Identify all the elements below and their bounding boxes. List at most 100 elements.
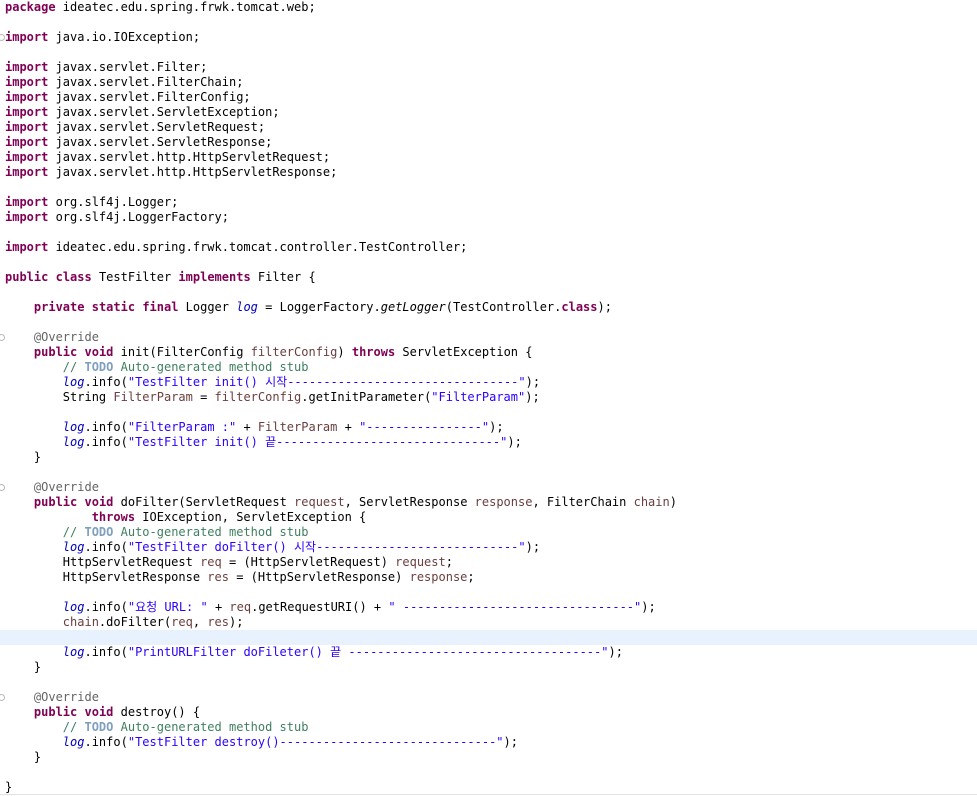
code-line[interactable]: import org.slf4j.Logger; xyxy=(0,195,977,210)
code-token: private xyxy=(33,300,85,314)
code-line[interactable] xyxy=(0,255,977,270)
code-line[interactable]: import javax.servlet.ServletRequest; xyxy=(0,120,977,135)
code-line[interactable]: } xyxy=(0,750,977,765)
code-line[interactable]: @Override xyxy=(0,480,977,495)
code-line[interactable]: throws IOException, ServletException { xyxy=(0,510,977,525)
code-line[interactable]: public void doFilter(ServletRequest requ… xyxy=(0,495,977,510)
code-line[interactable]: } xyxy=(0,450,977,465)
code-token: ); xyxy=(507,435,522,449)
code-line[interactable]: log.info("TestFilter doFilter() 시작------… xyxy=(0,540,977,555)
code-line[interactable]: chain.doFilter(req, res); xyxy=(0,615,977,630)
code-token: } xyxy=(5,780,13,794)
code-token: TestFilter xyxy=(91,270,179,284)
code-line[interactable]: import javax.servlet.http.HttpServletReq… xyxy=(0,150,977,165)
code-line[interactable]: log.info("TestFilter init() 시작----------… xyxy=(0,375,977,390)
code-line[interactable]: import javax.servlet.FilterConfig; xyxy=(0,90,977,105)
code-line[interactable]: @Override xyxy=(0,330,977,345)
code-line[interactable]: package ideatec.edu.spring.frwk.tomcat.w… xyxy=(0,0,977,15)
code-token: import xyxy=(5,240,49,254)
code-token: doFilter(ServletRequest xyxy=(113,495,295,509)
code-line[interactable]: @Override xyxy=(0,690,977,705)
code-line[interactable] xyxy=(0,180,977,195)
code-token: Auto-generated method stub xyxy=(113,525,309,539)
code-line[interactable]: import javax.servlet.http.HttpServletRes… xyxy=(0,165,977,180)
code-line[interactable]: HttpServletRequest req = (HttpServletReq… xyxy=(0,555,977,570)
code-token: javax.servlet.ServletRequest; xyxy=(48,120,266,134)
code-line[interactable] xyxy=(0,285,977,300)
code-token: ; xyxy=(445,555,453,569)
code-token: "TestFilter destroy()-------------------… xyxy=(127,735,504,749)
code-token: java.io.IOException; xyxy=(48,30,201,44)
code-token: class xyxy=(55,270,92,284)
code-token: .info( xyxy=(84,540,128,554)
code-line[interactable]: } xyxy=(0,780,977,795)
code-token: javax.servlet.ServletException; xyxy=(48,105,280,119)
code-token: } xyxy=(5,660,42,674)
code-token: static xyxy=(91,300,136,314)
code-line[interactable]: // TODO Auto-generated method stub xyxy=(0,525,977,540)
code-token: ); xyxy=(641,600,656,614)
code-token: filterConfig xyxy=(214,390,302,404)
code-token: .getInitParameter( xyxy=(301,390,432,404)
code-line[interactable] xyxy=(0,315,977,330)
code-token: import xyxy=(5,90,49,104)
code-token: class xyxy=(561,300,598,314)
code-token: import xyxy=(5,105,49,119)
code-line[interactable]: log.info("TestFilter destroy()----------… xyxy=(0,735,977,750)
code-line[interactable] xyxy=(0,675,977,690)
code-line[interactable]: import ideatec.edu.spring.frwk.tomcat.co… xyxy=(0,240,977,255)
code-token: , xyxy=(192,615,208,629)
code-line[interactable]: public class TestFilter implements Filte… xyxy=(0,270,977,285)
code-line[interactable]: log.info("요청 URL: " + req.getRequestURI(… xyxy=(0,600,977,615)
code-line[interactable]: import org.slf4j.LoggerFactory; xyxy=(0,210,977,225)
code-line[interactable]: public void init(FilterConfig filterConf… xyxy=(0,345,977,360)
code-line[interactable]: log.info("PrintURLFilter doFileter() 끝 -… xyxy=(0,645,977,660)
code-line[interactable] xyxy=(0,45,977,60)
code-token: , FilterChain xyxy=(532,495,634,509)
code-line[interactable] xyxy=(0,405,977,420)
code-token: @Override xyxy=(33,330,99,344)
code-line[interactable]: String FilterParam = filterConfig.getIni… xyxy=(0,390,977,405)
code-line[interactable]: } xyxy=(0,660,977,675)
code-line[interactable]: public void destroy() { xyxy=(0,705,977,720)
code-token: public xyxy=(5,270,49,284)
code-line[interactable]: private static final Logger log = Logger… xyxy=(0,300,977,315)
code-line-current[interactable] xyxy=(0,630,977,645)
code-token: log xyxy=(62,420,85,434)
code-line[interactable] xyxy=(0,465,977,480)
code-line[interactable] xyxy=(0,765,977,780)
code-token: log xyxy=(62,600,85,614)
code-line[interactable]: import java.io.IOException; xyxy=(0,30,977,45)
code-line[interactable]: import javax.servlet.ServletException; xyxy=(0,105,977,120)
code-token: import xyxy=(5,120,49,134)
code-line[interactable]: log.info("TestFilter init() 끝-----------… xyxy=(0,435,977,450)
code-token: Auto-generated method stub xyxy=(113,360,309,374)
code-line[interactable]: import javax.servlet.ServletResponse; xyxy=(0,135,977,150)
code-token: // xyxy=(62,720,85,734)
code-token: HttpServletRequest xyxy=(5,555,201,569)
code-line[interactable]: import javax.servlet.FilterChain; xyxy=(0,75,977,90)
code-line[interactable]: HttpServletResponse res = (HttpServletRe… xyxy=(0,570,977,585)
code-token: , ServletResponse xyxy=(344,495,475,509)
code-editor[interactable]: package ideatec.edu.spring.frwk.tomcat.w… xyxy=(0,0,977,796)
code-token: javax.servlet.http.HttpServletResponse; xyxy=(48,165,338,179)
code-line[interactable] xyxy=(0,585,977,600)
code-token: import xyxy=(5,75,49,89)
code-token: implements xyxy=(178,270,251,284)
code-token: .info( xyxy=(84,435,128,449)
code-token: // xyxy=(62,525,85,539)
code-line[interactable]: log.info("FilterParam :" + FilterParam +… xyxy=(0,420,977,435)
code-token: ServletException { xyxy=(395,345,533,359)
code-line[interactable] xyxy=(0,225,977,240)
code-token: import xyxy=(5,210,49,224)
code-line[interactable] xyxy=(0,15,977,30)
code-line[interactable]: // TODO Auto-generated method stub xyxy=(0,360,977,375)
code-token: } xyxy=(5,450,42,464)
code-line[interactable]: // TODO Auto-generated method stub xyxy=(0,720,977,735)
code-token: ideatec.edu.spring.frwk.tomcat.web; xyxy=(55,0,316,14)
code-line[interactable]: import javax.servlet.Filter; xyxy=(0,60,977,75)
